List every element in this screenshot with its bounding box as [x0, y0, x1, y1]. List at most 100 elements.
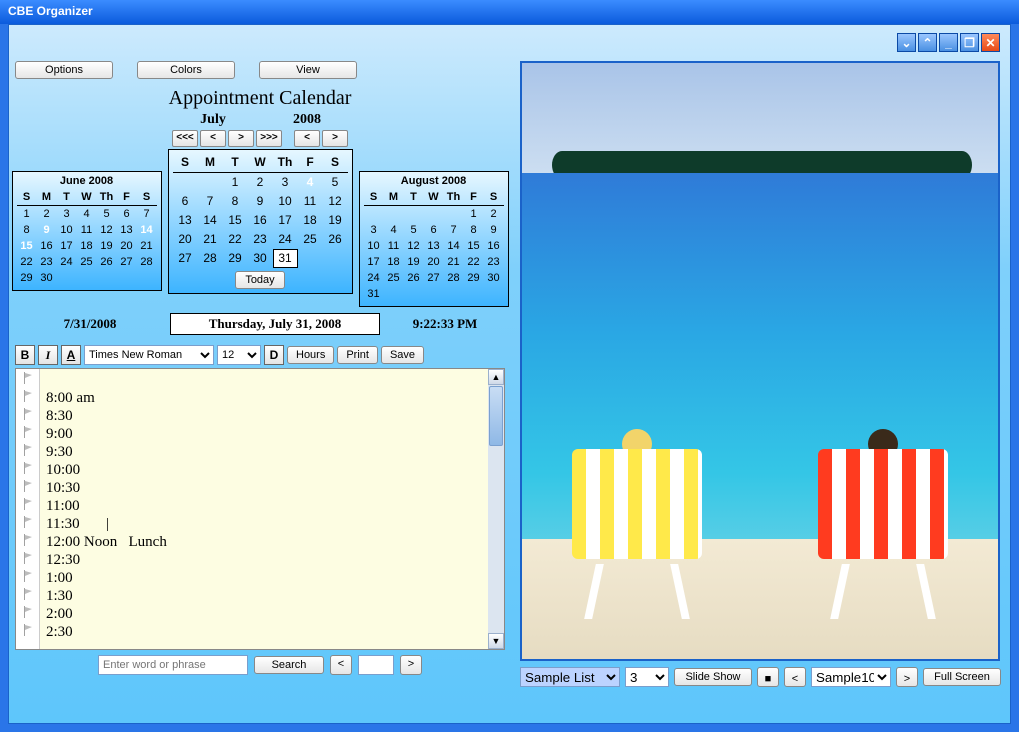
flag-icon[interactable]	[16, 459, 39, 477]
flag-icon[interactable]	[16, 405, 39, 423]
slideshow-next-button[interactable]: >	[896, 667, 918, 687]
day-cell[interactable]: 15	[464, 238, 484, 254]
editor-row[interactable]: 12:30	[46, 551, 482, 569]
appointment-editor[interactable]: 8:00 am8:309:009:3010:0010:3011:0011:30 …	[15, 368, 505, 650]
day-cell[interactable]: 6	[117, 206, 137, 222]
slideshow-count-select[interactable]: 3	[625, 667, 669, 687]
day-cell[interactable]: 24	[364, 270, 384, 286]
day-cell[interactable]: 28	[198, 249, 223, 268]
today-button[interactable]: Today	[235, 271, 285, 289]
nav-year-fwd-button[interactable]: >>>	[256, 130, 282, 147]
day-cell[interactable]: 16	[248, 211, 273, 230]
day-cell[interactable]: 28	[137, 254, 157, 270]
day-cell[interactable]: 19	[323, 211, 348, 230]
nav-month-fwd-button[interactable]: >	[228, 130, 254, 147]
day-cell[interactable]: 18	[298, 211, 323, 230]
day-cell[interactable]: 25	[77, 254, 97, 270]
day-cell[interactable]: 2	[248, 173, 273, 192]
day-cell[interactable]: 26	[404, 270, 424, 286]
flag-icon[interactable]	[16, 621, 39, 639]
day-cell[interactable]: 17	[57, 238, 77, 254]
day-cell[interactable]: 18	[384, 254, 404, 270]
day-cell[interactable]: 22	[223, 230, 248, 249]
flag-icon[interactable]	[16, 495, 39, 513]
day-cell[interactable]: 1	[17, 206, 37, 222]
day-cell[interactable]: 11	[298, 192, 323, 211]
day-cell[interactable]: 4	[298, 173, 323, 192]
day-cell[interactable]: 16	[37, 238, 57, 254]
day-cell[interactable]: 10	[364, 238, 384, 254]
colors-button[interactable]: Colors	[137, 61, 235, 79]
day-cell[interactable]: 24	[273, 230, 298, 249]
day-cell[interactable]: 13	[117, 222, 137, 238]
flag-icon[interactable]	[16, 531, 39, 549]
day-cell[interactable]: 31	[364, 286, 384, 302]
day-cell[interactable]: 29	[17, 270, 37, 286]
editor-row[interactable]: 9:00	[46, 425, 482, 443]
day-cell[interactable]: 23	[484, 254, 504, 270]
day-cell[interactable]: 22	[17, 254, 37, 270]
day-cell[interactable]: 6	[173, 192, 198, 211]
day-cell[interactable]: 15	[223, 211, 248, 230]
day-cell[interactable]: 9	[37, 222, 57, 238]
day-cell[interactable]: 5	[323, 173, 348, 192]
day-cell[interactable]: 8	[464, 222, 484, 238]
day-cell[interactable]: 6	[424, 222, 444, 238]
minimize-button[interactable]: _	[939, 33, 958, 52]
scroll-up-icon[interactable]: ▲	[488, 369, 504, 385]
flag-icon[interactable]	[16, 567, 39, 585]
day-cell[interactable]: 7	[198, 192, 223, 211]
day-cell[interactable]: 20	[117, 238, 137, 254]
search-prev-button[interactable]: <	[330, 655, 352, 675]
day-cell[interactable]: 11	[77, 222, 97, 238]
day-cell[interactable]: 2	[37, 206, 57, 222]
day-cell[interactable]: 11	[384, 238, 404, 254]
flag-icon[interactable]	[16, 513, 39, 531]
nav-year-back-button[interactable]: <<<	[172, 130, 198, 147]
collapse-down-button[interactable]: ⌄	[897, 33, 916, 52]
day-cell[interactable]: 14	[198, 211, 223, 230]
day-cell[interactable]: 18	[77, 238, 97, 254]
flag-icon[interactable]	[16, 369, 39, 387]
bold-button[interactable]: B	[15, 345, 35, 365]
day-cell[interactable]: 19	[404, 254, 424, 270]
day-cell[interactable]: 13	[424, 238, 444, 254]
editor-row[interactable]: 9:30	[46, 443, 482, 461]
day-cell[interactable]: 16	[484, 238, 504, 254]
italic-button[interactable]: I	[38, 345, 58, 365]
day-cell[interactable]: 1	[223, 173, 248, 192]
search-index-input[interactable]	[358, 655, 394, 675]
slideshow-list-select[interactable]: Sample List	[520, 667, 620, 687]
day-cell[interactable]: 3	[273, 173, 298, 192]
editor-row[interactable]	[46, 371, 482, 389]
slideshow-stop-button[interactable]: ■	[757, 667, 779, 687]
options-button[interactable]: Options	[15, 61, 113, 79]
day-cell[interactable]: 20	[173, 230, 198, 249]
font-color-button[interactable]: A	[61, 345, 81, 365]
flag-icon[interactable]	[16, 585, 39, 603]
day-cell[interactable]: 25	[384, 270, 404, 286]
flag-icon[interactable]	[16, 387, 39, 405]
day-cell[interactable]: 20	[424, 254, 444, 270]
maximize-button[interactable]: ❐	[960, 33, 979, 52]
day-cell[interactable]: 30	[484, 270, 504, 286]
day-cell[interactable]: 12	[404, 238, 424, 254]
day-cell[interactable]: 5	[404, 222, 424, 238]
day-cell[interactable]: 15	[17, 238, 37, 254]
print-button[interactable]: Print	[337, 346, 378, 364]
editor-scrollbar[interactable]: ▲ ▼	[488, 369, 504, 649]
day-cell[interactable]: 23	[37, 254, 57, 270]
day-cell[interactable]: 10	[57, 222, 77, 238]
day-cell[interactable]: 2	[484, 206, 504, 222]
day-cell[interactable]: 21	[137, 238, 157, 254]
nav-y-back-button[interactable]: <	[294, 130, 320, 147]
editor-row[interactable]: 11:30 |	[46, 515, 482, 533]
calendar-prev[interactable]: June 2008 SMTWThFS 123456789101112131415…	[12, 171, 162, 291]
day-cell[interactable]: 4	[384, 222, 404, 238]
day-cell[interactable]: 8	[223, 192, 248, 211]
flag-icon[interactable]	[16, 603, 39, 621]
day-cell[interactable]: 22	[464, 254, 484, 270]
editor-row[interactable]: 2:00	[46, 605, 482, 623]
editor-row[interactable]: 1:00	[46, 569, 482, 587]
collapse-up-button[interactable]: ⌃	[918, 33, 937, 52]
